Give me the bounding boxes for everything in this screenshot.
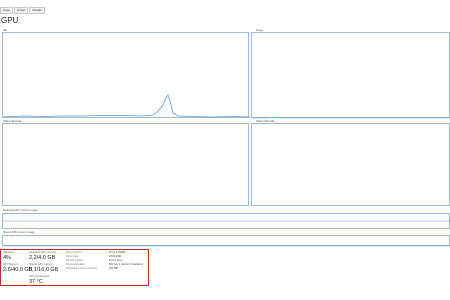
dedicated-memory-strip-label: Dedicated GPU memory usage (3, 209, 38, 212)
directx-version-value: 12 (FL 12.1) (109, 259, 123, 262)
physical-location-value: PCI bus 1, device 0, function 0 (109, 263, 143, 266)
tab-details[interactable]: Details (29, 7, 45, 14)
driver-version-key: Driver version: (66, 251, 83, 254)
graph-3d-line (2, 94, 251, 118)
gpu-memory-value: 2,6/40,0 GB (3, 267, 33, 273)
physical-location-key: Physical location: (66, 263, 86, 266)
tab-bar: Copy Graph Details (0, 7, 45, 14)
shared-memory-label: Shared GPU memory (29, 263, 53, 266)
hardware-reserved-memory-key: Hardware reserved memory: (66, 267, 98, 270)
graph-video-decode (251, 123, 450, 206)
directx-version-key: DirectX version: (66, 259, 84, 262)
graph-copy (251, 32, 450, 119)
hardware-reserved-memory-value: 220 MB (109, 267, 118, 270)
shared-memory-value: 0,1/16,0 GB (29, 267, 59, 273)
utilization-value: 4% (3, 255, 11, 261)
driver-date-key: Driver date: (66, 255, 79, 258)
shared-memory-strip (2, 235, 450, 247)
dedicated-memory-fill (3, 220, 450, 222)
graph-3d (2, 32, 251, 118)
utilization-label: Utilization (3, 251, 14, 254)
stats-highlight-box: Utilization 4% Dedicated GPU memory 2,2/… (0, 249, 149, 286)
driver-version-value: 27.21.14.6089 (109, 251, 125, 254)
shared-memory-strip-label: Shared GPU memory usage (3, 231, 35, 234)
page-title: GPU (1, 16, 19, 25)
graph-video-encode (2, 123, 249, 206)
tab-copy[interactable]: Copy (0, 7, 14, 14)
driver-date-value: 23.06.2021 (109, 255, 122, 258)
dedicated-memory-value: 2,2/4,0 GB (29, 255, 56, 261)
gpu-temperature-label: GPU Temperature (29, 275, 50, 278)
graph-copy-line (252, 116, 450, 119)
dedicated-memory-label: Dedicated GPU memory (29, 251, 57, 254)
tab-graph[interactable]: Graph (14, 7, 29, 14)
shared-memory-fill (3, 245, 450, 247)
gpu-temperature-value: 37 °C (29, 279, 43, 285)
gpu-memory-label: GPU Memory (3, 263, 19, 266)
dedicated-memory-strip (2, 213, 450, 229)
